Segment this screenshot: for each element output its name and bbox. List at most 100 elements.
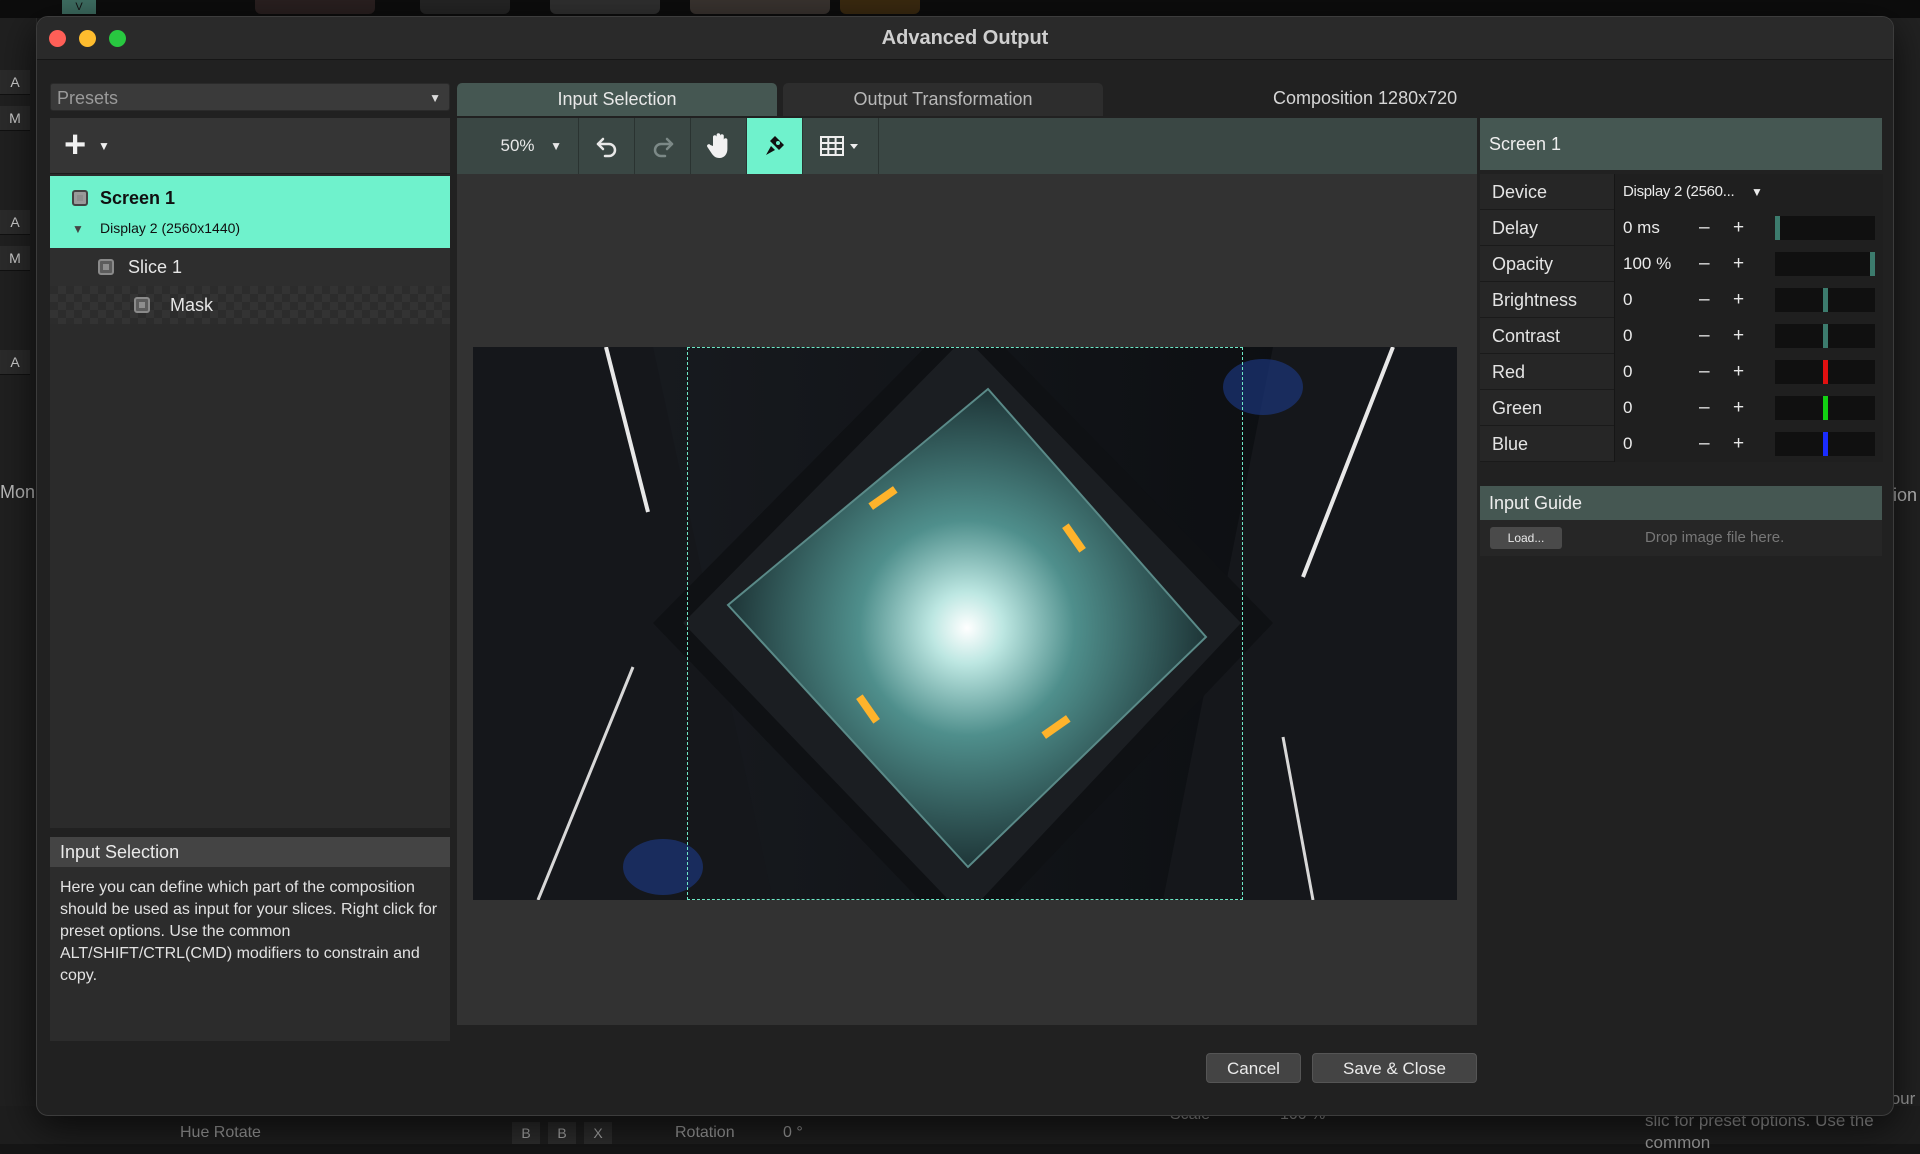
close-window-button[interactable]	[49, 30, 66, 47]
property-label: Red	[1492, 362, 1526, 382]
decrement-button[interactable]: –	[1699, 246, 1710, 282]
tree-item-screen[interactable]: Screen 1 ▼ Display 2 (2560x1440)	[50, 176, 450, 248]
property-row-contrast: Contrast 0 – +	[1480, 318, 1883, 354]
increment-button[interactable]: +	[1733, 282, 1744, 318]
background-label: 0 °	[783, 1124, 803, 1141]
cancel-button[interactable]: Cancel	[1206, 1053, 1301, 1083]
increment-button[interactable]: +	[1733, 390, 1744, 426]
pan-tool-button[interactable]	[691, 118, 747, 174]
slider-handle[interactable]	[1823, 324, 1828, 348]
increment-button[interactable]: +	[1733, 318, 1744, 354]
slider-handle[interactable]	[1823, 396, 1828, 420]
property-label: Opacity	[1492, 254, 1554, 274]
tree-item-label: Screen 1	[100, 188, 176, 208]
decrement-button[interactable]: –	[1699, 318, 1710, 354]
zoom-dropdown[interactable]: 50% ▼	[457, 118, 579, 174]
property-slider[interactable]	[1775, 432, 1875, 456]
expand-triangle-icon[interactable]: ▼	[72, 222, 84, 236]
property-slider[interactable]	[1775, 216, 1875, 240]
tab-input-selection[interactable]: Input Selection	[457, 83, 777, 116]
property-label: Device	[1492, 182, 1548, 202]
background-tab: V	[62, 0, 96, 14]
property-value[interactable]: 0	[1623, 390, 1632, 426]
redo-button[interactable]	[635, 118, 691, 174]
chevron-down-icon: ▼	[1751, 185, 1763, 199]
tree-item-device: Display 2 (2560x1440)	[100, 220, 241, 236]
background-label: Rotation	[675, 1124, 735, 1141]
advanced-output-dialog: Advanced Output Presets ▼ + ▼ Screen 1 ▼…	[36, 16, 1894, 1116]
slider-handle[interactable]	[1823, 360, 1828, 384]
property-slider[interactable]	[1775, 252, 1875, 276]
mask-enable-checkbox[interactable]	[134, 297, 150, 313]
layer-badge: M	[0, 246, 30, 271]
undo-button[interactable]	[579, 118, 635, 174]
plus-icon: +	[64, 124, 87, 166]
hand-icon	[706, 133, 727, 158]
minimize-window-button[interactable]	[79, 30, 96, 47]
slider-handle[interactable]	[1823, 432, 1828, 456]
tab-output-transformation[interactable]: Output Transformation	[783, 83, 1103, 116]
window-title: Advanced Output	[881, 27, 1049, 49]
drop-zone-text[interactable]: Drop image file here.	[1645, 520, 1784, 556]
canvas-area[interactable]	[457, 174, 1477, 1025]
save-close-button[interactable]: Save & Close	[1312, 1053, 1477, 1083]
property-value[interactable]: 0	[1623, 426, 1632, 462]
tree-toolbar: + ▼	[50, 118, 450, 174]
background-label: Mon	[0, 482, 36, 502]
property-value-box: 0 – +	[1614, 390, 1883, 426]
device-dropdown[interactable]: Display 2 (2560... ▼	[1614, 174, 1883, 210]
tree-item-slice[interactable]: Slice 1	[50, 248, 450, 286]
property-value[interactable]: 100 %	[1623, 246, 1671, 282]
snap-tool-button[interactable]	[747, 118, 803, 174]
load-guide-button[interactable]: Load...	[1490, 527, 1562, 549]
background-left-column: A M A M A	[0, 18, 37, 1144]
decrement-button[interactable]: –	[1699, 426, 1710, 462]
composition-preview[interactable]	[473, 347, 1457, 900]
increment-button[interactable]: +	[1733, 246, 1744, 282]
help-panel: Input Selection Here you can define whic…	[50, 837, 450, 1041]
property-value[interactable]: 0	[1623, 318, 1632, 354]
slider-handle[interactable]	[1870, 252, 1875, 276]
grid-dropdown[interactable]	[803, 118, 879, 174]
slider-handle[interactable]	[1775, 216, 1780, 240]
presets-dropdown[interactable]: Presets ▼	[50, 83, 450, 111]
layer-badge: A	[0, 70, 30, 95]
background-thumbnail	[690, 0, 830, 14]
chevron-down-icon: ▼	[429, 91, 441, 105]
property-value-box: 100 % – +	[1614, 246, 1883, 282]
layer-badge: M	[0, 106, 30, 131]
decrement-button[interactable]: –	[1699, 282, 1710, 318]
property-value-box: 0 – +	[1614, 354, 1883, 390]
increment-button[interactable]: +	[1733, 210, 1744, 246]
slider-handle[interactable]	[1823, 288, 1828, 312]
property-value[interactable]: 0 ms	[1623, 210, 1660, 246]
input-selection-rectangle[interactable]	[687, 347, 1243, 900]
chevron-down-icon: ▼	[550, 139, 562, 153]
property-value[interactable]: 0	[1623, 282, 1632, 318]
property-row-brightness: Brightness 0 – +	[1480, 282, 1883, 318]
property-slider[interactable]	[1775, 360, 1875, 384]
tree-item-mask[interactable]: Mask	[50, 286, 450, 324]
help-text: Here you can define which part of the co…	[60, 879, 438, 984]
property-row-device: Device Display 2 (2560... ▼	[1480, 174, 1883, 210]
decrement-button[interactable]: –	[1699, 390, 1710, 426]
increment-button[interactable]: +	[1733, 426, 1744, 462]
add-screen-button[interactable]: + ▼	[64, 126, 118, 164]
slice-enable-checkbox[interactable]	[98, 259, 114, 275]
property-slider[interactable]	[1775, 396, 1875, 420]
background-label: Hue Rotate	[180, 1124, 261, 1141]
screen-enable-checkbox[interactable]	[72, 190, 88, 206]
decrement-button[interactable]: –	[1699, 354, 1710, 390]
property-label: Contrast	[1492, 326, 1561, 346]
background-button: B	[548, 1122, 576, 1144]
increment-button[interactable]: +	[1733, 354, 1744, 390]
property-value[interactable]: 0	[1623, 354, 1632, 390]
property-slider[interactable]	[1775, 288, 1875, 312]
decrement-button[interactable]: –	[1699, 210, 1710, 246]
canvas-toolbar: 50% ▼	[457, 118, 1477, 174]
zoom-value: 50%	[500, 136, 535, 155]
property-label: Green	[1492, 398, 1543, 418]
maximize-window-button[interactable]	[109, 30, 126, 47]
property-slider[interactable]	[1775, 324, 1875, 348]
property-row-opacity: Opacity 100 % – +	[1480, 246, 1883, 282]
